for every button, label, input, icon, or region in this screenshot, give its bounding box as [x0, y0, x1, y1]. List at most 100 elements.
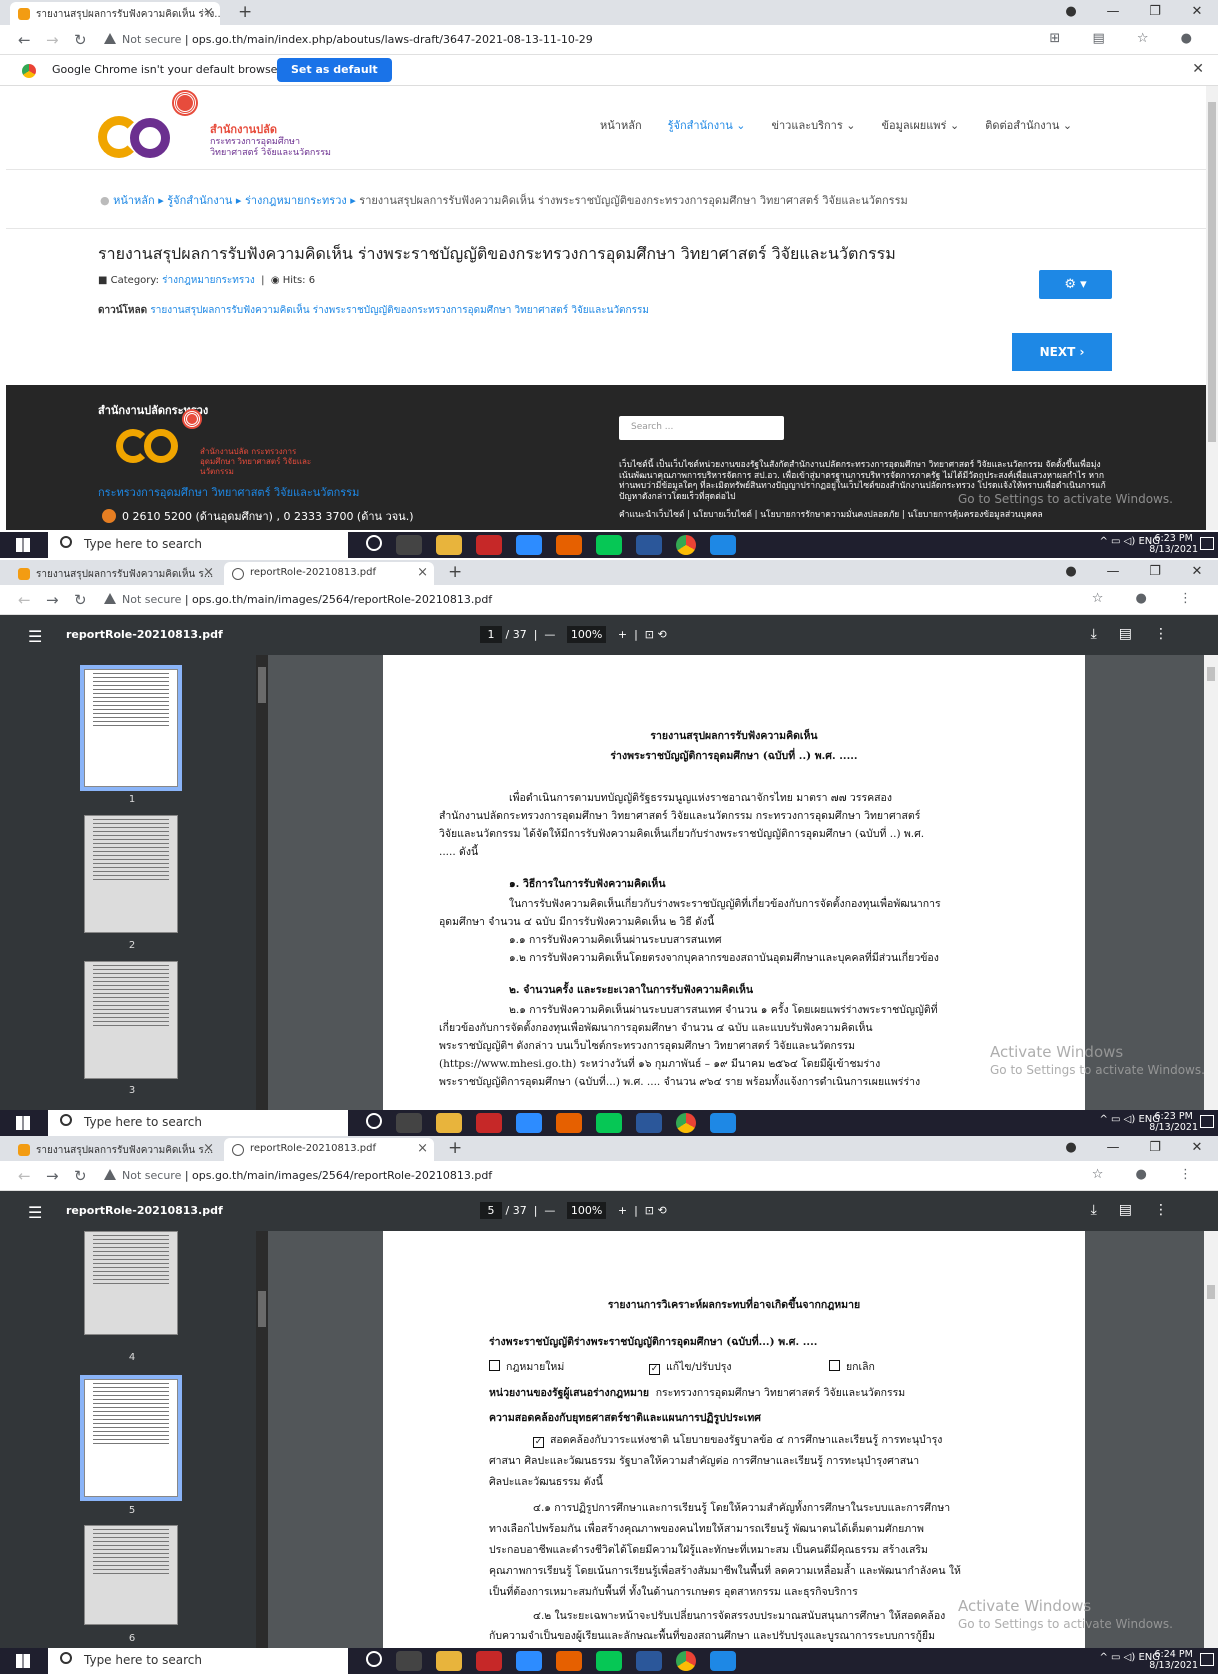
thumbnail-scrollbar[interactable] [256, 655, 268, 1110]
restore-icon[interactable]: ❐ [1134, 560, 1176, 585]
zoom-in-icon[interactable]: + [618, 628, 627, 641]
category-link[interactable]: ร่างกฎหมายกระทรวง [162, 275, 255, 286]
windows-start-icon[interactable] [16, 538, 30, 552]
breadcrumb-drafts[interactable]: ร่างกฎหมายกระทรวง [245, 194, 347, 207]
back-icon[interactable]: ← [18, 591, 31, 609]
new-tab-icon[interactable]: + [238, 2, 252, 22]
url-field[interactable]: Not secure | ops.go.th/main/images/2564/… [104, 590, 492, 610]
minimize-icon[interactable]: — [1092, 1136, 1134, 1161]
url-field[interactable]: Not secure | ops.go.th/main/images/2564/… [104, 1166, 492, 1186]
thumbnail-page[interactable] [84, 1379, 178, 1497]
chrome-icon[interactable] [676, 535, 696, 555]
rotate-icon[interactable]: ⟲ [658, 1204, 667, 1217]
new-tab-icon[interactable]: + [448, 562, 462, 582]
edge-icon[interactable] [710, 1651, 736, 1671]
taskbar-search-input[interactable]: Type here to search [48, 532, 348, 558]
toolbar-icons[interactable]: ⊞ ▤ ☆ ● [1049, 31, 1206, 46]
close-tab-icon[interactable]: × [203, 5, 214, 20]
thumbnail-page[interactable] [84, 669, 178, 787]
line-icon[interactable] [596, 535, 622, 555]
forward-icon[interactable]: → [46, 591, 59, 609]
thumbnail-scrollbar[interactable] [256, 1231, 268, 1648]
menu-contact[interactable]: ติดต่อสำนักงาน ⌄ [985, 116, 1072, 134]
menu-icon[interactable]: ☰ [28, 627, 42, 646]
edge-icon[interactable] [710, 1113, 736, 1133]
download-link[interactable]: รายงานสรุปผลการรับฟังความคิดเห็น ร่างพระ… [150, 305, 649, 316]
cortana-icon[interactable] [366, 1651, 382, 1667]
close-tab-icon[interactable]: × [203, 565, 214, 580]
thumbnail-page[interactable] [84, 1525, 178, 1625]
new-tab-icon[interactable]: + [448, 1138, 462, 1158]
task-view-icon[interactable] [396, 535, 422, 555]
word-icon[interactable] [636, 1651, 662, 1671]
clock[interactable]: 6:24 PM 8/13/2021 [1149, 1649, 1198, 1671]
zoom-icon[interactable] [516, 535, 542, 555]
restore-icon[interactable]: ❐ [1134, 1136, 1176, 1161]
back-icon[interactable]: ← [18, 1167, 31, 1185]
task-view-icon[interactable] [396, 1113, 422, 1133]
rotate-icon[interactable]: ⟲ [658, 628, 667, 641]
reload-icon[interactable]: ↻ [74, 591, 87, 609]
edge-icon[interactable] [710, 535, 736, 555]
profile-icon[interactable]: ● [1050, 1136, 1092, 1161]
acrobat-icon[interactable] [476, 1113, 502, 1133]
page-scrollbar[interactable] [1206, 86, 1218, 530]
zoom-in-icon[interactable]: + [618, 1204, 627, 1217]
close-tab-icon[interactable]: × [417, 1141, 428, 1156]
next-button[interactable]: NEXT › [1012, 333, 1112, 371]
tab-article[interactable]: รายงานสรุปผลการรับฟังความคิดเห็น ร่าง...… [10, 2, 220, 25]
close-tab-icon[interactable]: × [417, 565, 428, 580]
file-explorer-icon[interactable] [436, 1651, 462, 1671]
menu-about[interactable]: รู้จักสำนักงาน ⌄ [668, 116, 746, 134]
windows-start-icon[interactable] [16, 1654, 30, 1668]
footer-search-input[interactable]: Search ... [619, 416, 784, 440]
restore-icon[interactable]: ❐ [1134, 0, 1176, 25]
thumbnail-page[interactable] [84, 1231, 178, 1335]
clock[interactable]: 6:23 PM 8/13/2021 [1149, 533, 1198, 555]
menu-news[interactable]: ข่าวและบริการ ⌄ [771, 116, 855, 134]
fit-page-icon[interactable]: ⊡ [645, 1204, 654, 1217]
article-tools-button[interactable]: ⚙ ▾ [1039, 270, 1112, 299]
acrobat-icon[interactable] [476, 1651, 502, 1671]
forward-icon[interactable]: → [46, 1167, 59, 1185]
word-icon[interactable] [636, 535, 662, 555]
breadcrumb-about[interactable]: รู้จักสำนักงาน [167, 194, 232, 207]
tab-pdf[interactable]: reportRole-20210813.pdf × [224, 1138, 434, 1161]
pdf-scrollbar[interactable] [1204, 1231, 1218, 1648]
zoom-icon[interactable] [516, 1113, 542, 1133]
pdf-actions[interactable]: ⤓▤⋮ [1091, 626, 1190, 642]
taskbar-search-input[interactable]: Type here to search [48, 1648, 348, 1674]
zoom-out-icon[interactable]: — [544, 628, 555, 641]
file-explorer-icon[interactable] [436, 535, 462, 555]
reload-icon[interactable]: ↻ [74, 31, 87, 49]
url-field[interactable]: Not secure | ops.go.th/main/index.php/ab… [104, 30, 593, 50]
taskbar-search-input[interactable]: Type here to search [48, 1110, 348, 1136]
close-window-icon[interactable]: ✕ [1176, 0, 1218, 25]
line-icon[interactable] [596, 1651, 622, 1671]
back-icon[interactable]: ← [18, 31, 31, 49]
profile-icon[interactable]: ● [1050, 560, 1092, 585]
firefox-icon[interactable] [556, 1113, 582, 1133]
tab-article[interactable]: รายงานสรุปผลการรับฟังความคิดเห็น ร... × [10, 562, 220, 585]
pdf-scrollbar[interactable] [1204, 655, 1218, 1110]
site-logo[interactable] [96, 92, 196, 160]
pdf-actions[interactable]: ⤓▤⋮ [1091, 1202, 1190, 1218]
fit-page-icon[interactable]: ⊡ [645, 628, 654, 641]
page-number-input[interactable]: 1 [480, 626, 502, 643]
cortana-icon[interactable] [366, 535, 382, 551]
minimize-icon[interactable]: — [1092, 0, 1134, 25]
cortana-icon[interactable] [366, 1113, 382, 1129]
close-window-icon[interactable]: ✕ [1176, 1136, 1218, 1161]
thumbnail-page[interactable] [84, 961, 178, 1079]
set-as-default-button[interactable]: Set as default [277, 58, 392, 82]
word-icon[interactable] [636, 1113, 662, 1133]
page-number-input[interactable]: 5 [480, 1202, 502, 1219]
menu-icon[interactable]: ☰ [28, 1203, 42, 1222]
task-view-icon[interactable] [396, 1651, 422, 1671]
close-infobar-icon[interactable]: ✕ [1192, 61, 1204, 77]
file-explorer-icon[interactable] [436, 1113, 462, 1133]
firefox-icon[interactable] [556, 1651, 582, 1671]
chrome-icon[interactable] [676, 1651, 696, 1671]
menu-home[interactable]: หน้าหลัก [600, 116, 642, 134]
zoom-level[interactable]: 100% [566, 1202, 607, 1219]
